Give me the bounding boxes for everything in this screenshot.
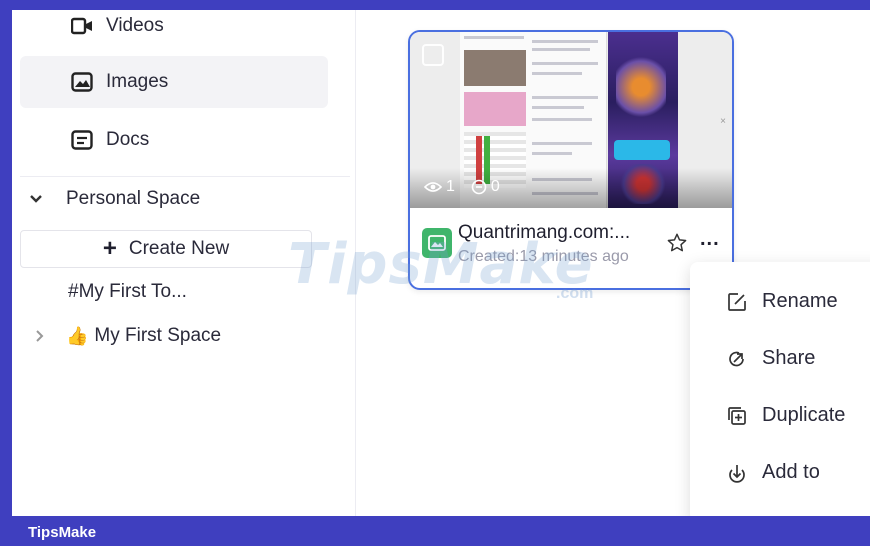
video-icon <box>70 14 94 38</box>
sidebar-item-videos[interactable]: Videos <box>20 0 328 52</box>
rename-icon <box>726 291 748 313</box>
menu-item-label: Share <box>762 347 816 369</box>
create-new-label: Create New <box>128 238 230 259</box>
menu-item-duplicate[interactable]: Duplicate <box>726 404 845 427</box>
views-count: 1 <box>446 178 455 195</box>
views-stat: 1 <box>424 178 455 196</box>
sidebar-divider <box>20 176 350 177</box>
comments-stat: 0 <box>471 178 500 196</box>
watermark-suffix: .com <box>556 285 594 302</box>
create-new-button[interactable]: + Create New <box>20 230 312 268</box>
more-options-button[interactable]: ... <box>700 229 720 249</box>
sidebar-item-label: Docs <box>106 129 150 150</box>
sidebar-item-label: Videos <box>106 15 164 36</box>
menu-item-label: Add to <box>762 461 820 483</box>
add-to-icon <box>726 462 748 484</box>
menu-item-rename[interactable]: Rename <box>726 290 838 313</box>
space-label: My First Space <box>94 325 222 346</box>
eye-icon <box>424 182 442 192</box>
footer-bar <box>0 516 870 546</box>
star-icon[interactable] <box>666 232 688 259</box>
watermark: TipsMake <box>288 232 594 297</box>
space-item-my-first-space[interactable]: 👍 My First Space <box>32 325 221 347</box>
select-checkbox[interactable] <box>422 44 444 66</box>
share-icon <box>726 348 748 370</box>
plus-icon: + <box>102 235 117 262</box>
sidebar-item-label: Images <box>106 71 169 92</box>
menu-item-add-to[interactable]: Add to <box>726 461 820 484</box>
menu-item-share[interactable]: Share <box>726 347 815 370</box>
duplicate-icon <box>726 405 748 427</box>
chevron-right-icon[interactable] <box>32 328 48 344</box>
chevron-down-icon[interactable] <box>26 189 46 209</box>
frame-left-bar <box>0 0 12 546</box>
thumbs-up-icon: 👍 <box>66 325 89 346</box>
close-icon: × <box>720 116 726 127</box>
sidebar-item-images[interactable]: Images <box>20 56 328 108</box>
sidebar-item-docs[interactable]: Docs <box>20 114 328 166</box>
personal-space-section[interactable]: Personal Space <box>26 188 200 210</box>
menu-item-label: Rename <box>762 290 838 312</box>
comments-count: 0 <box>490 178 500 195</box>
card-stats: 1 0 <box>424 178 516 196</box>
image-icon <box>70 70 94 94</box>
menu-item-label: Duplicate <box>762 404 846 426</box>
comment-icon <box>471 179 487 195</box>
footer-brand: TipsMake <box>28 524 97 541</box>
section-title: Personal Space <box>66 188 201 209</box>
page-link-my-first-to[interactable]: #My First To... <box>68 281 187 303</box>
doc-icon <box>70 128 94 152</box>
context-menu: Rename Share Duplicate Add to <box>690 262 870 522</box>
file-thumbnail[interactable]: × 1 0 <box>410 32 732 208</box>
